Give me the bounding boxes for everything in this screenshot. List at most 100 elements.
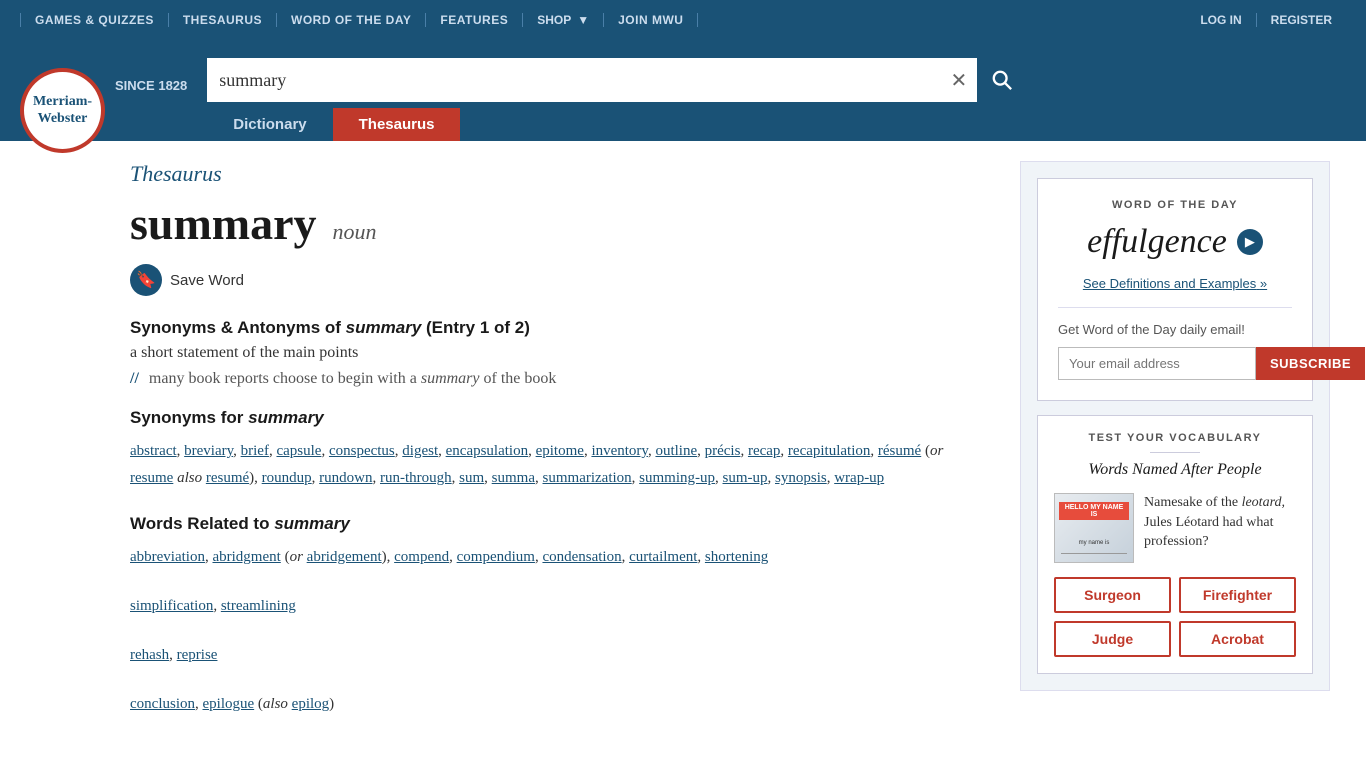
related-group2: simplification, streamlining xyxy=(130,593,990,620)
email-input[interactable] xyxy=(1058,347,1256,380)
syn-brief[interactable]: brief xyxy=(241,443,269,459)
rel-reprise[interactable]: reprise xyxy=(177,647,218,663)
login-link[interactable]: LOG IN xyxy=(1186,13,1256,27)
audio-icon: ▶ xyxy=(1245,234,1255,250)
hello-line xyxy=(1061,553,1127,554)
syn-sum[interactable]: sum xyxy=(459,470,484,486)
syn-recap[interactable]: recap xyxy=(748,443,780,459)
nav-join[interactable]: JOIN MWU xyxy=(604,13,698,27)
syn-resume-alt2[interactable]: resumé xyxy=(206,470,249,486)
syn-inventory[interactable]: inventory xyxy=(591,443,648,459)
wotd-box: WORD OF THE DAY effulgence ▶ See Definit… xyxy=(1037,178,1313,401)
subscribe-button[interactable]: SUBSCRIBE xyxy=(1256,347,1365,380)
syn-abstract[interactable]: abstract xyxy=(130,443,177,459)
syn-sum-up[interactable]: sum-up xyxy=(723,470,768,486)
main-word: summary xyxy=(130,197,317,250)
answer-judge[interactable]: Judge xyxy=(1054,621,1171,657)
vocab-label: TEST YOUR VOCABULARY xyxy=(1054,432,1296,444)
rel-rehash[interactable]: rehash xyxy=(130,647,169,663)
wotd-separator xyxy=(1058,307,1292,308)
syn-capsule[interactable]: capsule xyxy=(276,443,321,459)
syn-summarization[interactable]: summarization xyxy=(543,470,632,486)
wotd-label: WORD OF THE DAY xyxy=(1058,199,1292,211)
search-button[interactable] xyxy=(977,58,1027,102)
save-word-text[interactable]: Save Word xyxy=(170,272,244,289)
wotd-word: effulgence xyxy=(1087,223,1227,261)
header-main: Merriam-Webster SINCE 1828 ✕ Dictionary … xyxy=(0,40,1366,141)
bookmark-button[interactable]: 🔖 xyxy=(130,264,162,296)
tab-thesaurus[interactable]: Thesaurus xyxy=(333,108,461,141)
tabs-row: Dictionary Thesaurus xyxy=(207,108,1027,141)
nav-thesaurus[interactable]: THESAURUS xyxy=(169,13,277,27)
audio-button[interactable]: ▶ xyxy=(1237,229,1263,255)
syn-summing-up[interactable]: summing-up xyxy=(639,470,715,486)
nav-features[interactable]: FEATURES xyxy=(426,13,523,27)
syn-encapsulation[interactable]: encapsulation xyxy=(446,443,528,459)
rel-abridgment[interactable]: abridgment xyxy=(212,549,280,565)
vocab-image: HELLO my name is my name is xyxy=(1054,493,1134,563)
rel-epilog[interactable]: epilog xyxy=(292,696,330,712)
rel-epilogue[interactable]: epilogue xyxy=(203,696,255,712)
bookmark-icon: 🔖 xyxy=(136,270,156,290)
rel-streamlining[interactable]: streamlining xyxy=(221,598,296,614)
hello-name-text: my name is xyxy=(1059,540,1129,546)
syn-recapitulation[interactable]: recapitulation xyxy=(788,443,870,459)
synonyms-heading: Synonyms for summary xyxy=(130,408,990,428)
vocab-box: TEST YOUR VOCABULARY Words Named After P… xyxy=(1037,415,1313,674)
search-tabs-area: ✕ Dictionary Thesaurus xyxy=(207,58,1346,141)
rel-abridgement[interactable]: abridgement xyxy=(307,549,382,565)
syn-wrap-up[interactable]: wrap-up xyxy=(834,470,884,486)
clear-search-button[interactable]: ✕ xyxy=(941,68,978,93)
rel-condensation[interactable]: condensation xyxy=(542,549,621,565)
related-heading: Words Related to summary xyxy=(130,514,990,534)
content-left: Thesaurus summary noun 🔖 Save Word Synon… xyxy=(130,161,990,740)
syn-epitome[interactable]: epitome xyxy=(536,443,584,459)
rel-compend[interactable]: compend xyxy=(394,549,449,565)
since-label: SINCE 1828 xyxy=(115,78,187,103)
save-word-row: 🔖 Save Word xyxy=(130,264,990,296)
syn-resume-alt[interactable]: resume xyxy=(130,470,173,486)
rel-shortening[interactable]: shortening xyxy=(705,549,768,565)
rel-simplification[interactable]: simplification xyxy=(130,598,213,614)
syn-run-through[interactable]: run-through xyxy=(380,470,452,486)
wotd-word-row: effulgence ▶ xyxy=(1058,223,1292,261)
syn-digest[interactable]: digest xyxy=(402,443,438,459)
answer-surgeon[interactable]: Surgeon xyxy=(1054,577,1171,613)
synonyms-list: abstract, breviary, brief, capsule, cons… xyxy=(130,438,990,492)
syn-rundown[interactable]: rundown xyxy=(319,470,372,486)
sidebar-bg: WORD OF THE DAY effulgence ▶ See Definit… xyxy=(1020,161,1330,691)
nav-shop[interactable]: SHOP ▼ xyxy=(523,13,604,27)
rel-abbreviation[interactable]: abbreviation xyxy=(130,549,205,565)
word-heading: summary noun xyxy=(130,197,990,250)
tab-dictionary[interactable]: Dictionary xyxy=(207,108,332,141)
rel-compendium[interactable]: compendium xyxy=(457,549,535,565)
chevron-down-icon: ▼ xyxy=(577,13,589,27)
nav-games[interactable]: GAMES & QUIZZES xyxy=(20,13,169,27)
wotd-link[interactable]: See Definitions and Examples » xyxy=(1083,276,1267,291)
rel-curtailment[interactable]: curtailment xyxy=(629,549,697,565)
register-link[interactable]: REGISTER xyxy=(1257,13,1346,27)
logo[interactable]: Merriam-Webster xyxy=(20,68,105,153)
auth-nav: LOG IN REGISTER xyxy=(1186,13,1346,27)
answer-firefighter[interactable]: Firefighter xyxy=(1179,577,1296,613)
search-input[interactable] xyxy=(207,58,940,102)
syn-conspectus[interactable]: conspectus xyxy=(329,443,395,459)
vocab-subtitle: Words Named After People xyxy=(1054,461,1296,479)
logo-text: Merriam-Webster xyxy=(33,94,92,128)
answer-acrobat[interactable]: Acrobat xyxy=(1179,621,1296,657)
syn-synopsis[interactable]: synopsis xyxy=(775,470,827,486)
main-nav: GAMES & QUIZZES THESAURUS WORD OF THE DA… xyxy=(20,13,698,27)
syn-resume[interactable]: résumé xyxy=(878,443,921,459)
syn-precis[interactable]: précis xyxy=(705,443,741,459)
rel-conclusion[interactable]: conclusion xyxy=(130,696,195,712)
sidebar-right: WORD OF THE DAY effulgence ▶ See Definit… xyxy=(1020,161,1330,740)
search-bar: ✕ xyxy=(207,58,1027,102)
syn-summa[interactable]: summa xyxy=(492,470,535,486)
syn-breviary[interactable]: breviary xyxy=(184,443,233,459)
logo-area: Merriam-Webster SINCE 1828 xyxy=(20,48,187,141)
vocab-divider xyxy=(1150,452,1200,453)
syn-roundup[interactable]: roundup xyxy=(262,470,312,486)
entry-title: Synonyms & Antonyms of summary (Entry 1 … xyxy=(130,318,990,338)
syn-outline[interactable]: outline xyxy=(655,443,697,459)
nav-wotd[interactable]: WORD OF THE DAY xyxy=(277,13,426,27)
